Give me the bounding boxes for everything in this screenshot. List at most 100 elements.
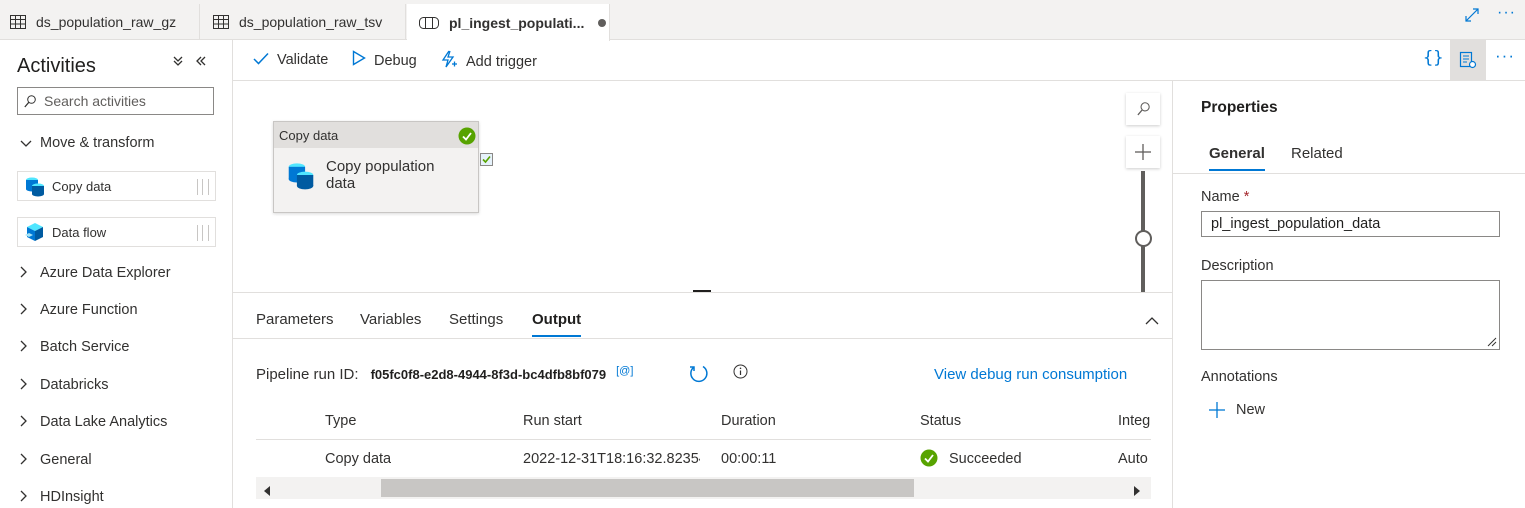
divider	[1173, 173, 1525, 174]
success-status-icon	[920, 449, 938, 470]
column-header-integration-runtime[interactable]: Integ	[1118, 413, 1150, 429]
drag-handle[interactable]	[197, 225, 209, 241]
bottom-panel: Parameters Variables Settings Output Pip…	[233, 292, 1172, 508]
chevron-right-icon	[20, 266, 32, 281]
scroll-left-icon[interactable]	[264, 483, 271, 499]
horizontal-scrollbar[interactable]	[256, 477, 1151, 499]
chevron-down-icon	[20, 136, 32, 151]
column-header-duration[interactable]: Duration	[721, 413, 776, 429]
column-header-type[interactable]: Type	[325, 413, 356, 429]
pipeline-run-id-row: Pipeline run ID: f05fc0f8-e2d8-4944-8f3d…	[256, 365, 633, 384]
zoom-in-button[interactable]	[1126, 136, 1160, 168]
copy-data-activity-node[interactable]: Copy data Copy population data	[273, 121, 479, 213]
category-label: Azure Function	[40, 302, 138, 318]
code-view-icon[interactable]: {}	[1423, 48, 1443, 68]
category-label: Data Lake Analytics	[40, 414, 168, 430]
cell-status: Succeeded	[949, 451, 1022, 467]
chevron-right-icon	[20, 340, 32, 355]
description-field[interactable]	[1201, 280, 1500, 350]
more-options-icon[interactable]: ···	[1497, 4, 1516, 22]
table-icon	[10, 15, 26, 29]
category-general[interactable]: General	[20, 452, 92, 468]
drag-handle[interactable]	[197, 179, 209, 195]
refresh-icon[interactable]	[688, 363, 710, 388]
maximize-icon[interactable]	[1465, 8, 1479, 27]
category-azure-function[interactable]: Azure Function	[20, 302, 138, 318]
chevron-right-icon	[20, 303, 32, 318]
properties-title: Properties	[1201, 99, 1278, 116]
category-batch-service[interactable]: Batch Service	[20, 339, 129, 355]
pipeline-canvas[interactable]: Copy data Copy population data	[233, 81, 1172, 292]
add-trigger-button[interactable]: Add trigger	[440, 50, 537, 73]
tab-label: ds_population_raw_gz	[36, 14, 177, 30]
run-id-label: Pipeline run ID:	[256, 366, 359, 383]
checkmark-icon	[253, 50, 269, 70]
tab-general[interactable]: General	[1209, 145, 1265, 171]
run-id-value: f05fc0f8-e2d8-4944-8f3d-bc4dfb8bf079	[370, 367, 607, 382]
category-hdinsight[interactable]: HDInsight	[20, 489, 104, 505]
tab-label: pl_ingest_populati...	[449, 14, 585, 31]
play-icon	[352, 50, 366, 71]
cell-duration: 00:00:11	[721, 451, 777, 467]
name-label: Name *	[1201, 189, 1249, 205]
category-databricks[interactable]: Databricks	[20, 377, 109, 393]
activities-title: Activities	[17, 55, 96, 77]
activity-label: Data flow	[52, 224, 107, 240]
properties-toggle-button[interactable]	[1450, 40, 1486, 80]
new-label: New	[1236, 402, 1266, 418]
search-activities-input[interactable]: Search activities	[17, 87, 214, 115]
copy-run-id-icon[interactable]: [@]	[616, 365, 633, 377]
tab-output[interactable]: Output	[532, 311, 582, 337]
zoom-slider-thumb[interactable]	[1135, 230, 1152, 247]
tab-label: ds_population_raw_tsv	[239, 14, 383, 30]
category-label: Azure Data Explorer	[40, 265, 171, 281]
description-label: Description	[1201, 258, 1274, 274]
annotations-label: Annotations	[1201, 369, 1278, 385]
tab-variables[interactable]: Variables	[360, 311, 421, 328]
tab-ds-population-raw-gz[interactable]: ds_population_raw_gz	[0, 4, 200, 40]
validate-button[interactable]: Validate	[253, 50, 328, 70]
chevron-right-icon	[20, 453, 32, 468]
node-name-line2: data	[326, 175, 356, 192]
category-azure-data-explorer[interactable]: Azure Data Explorer	[20, 265, 171, 281]
search-icon	[24, 94, 36, 107]
new-annotation-button[interactable]: New	[1209, 402, 1265, 418]
table-icon	[213, 15, 229, 29]
pipeline-toolbar: Validate Debug Add trigger {} ···	[233, 40, 1525, 81]
category-label: Move & transform	[40, 135, 155, 151]
copy-data-icon	[26, 177, 44, 197]
scroll-right-icon[interactable]	[1134, 483, 1141, 499]
collapse-all-icon[interactable]	[172, 54, 184, 70]
name-label-text: Name	[1201, 189, 1240, 205]
tab-related[interactable]: Related	[1291, 145, 1343, 162]
view-debug-consumption-link[interactable]: View debug run consumption	[934, 366, 1127, 383]
column-header-status[interactable]: Status	[920, 413, 961, 429]
column-header-run-start[interactable]: Run start	[523, 413, 582, 429]
category-data-lake-analytics[interactable]: Data Lake Analytics	[20, 414, 167, 430]
tab-ds-population-raw-tsv[interactable]: ds_population_raw_tsv	[201, 4, 406, 40]
search-placeholder: Search activities	[44, 93, 146, 109]
scrollbar-thumb[interactable]	[381, 479, 914, 497]
tab-pl-ingest-population[interactable]: pl_ingest_populati...	[407, 4, 610, 41]
more-options-icon[interactable]: ···	[1495, 46, 1515, 66]
name-field[interactable]: pl_ingest_population_data	[1201, 211, 1500, 237]
pipeline-icon	[419, 16, 439, 29]
zoom-search-button[interactable]	[1126, 93, 1160, 125]
info-icon[interactable]	[733, 364, 748, 382]
on-success-connector-icon[interactable]	[480, 153, 493, 166]
activity-copy-data[interactable]: Copy data	[17, 171, 216, 201]
chevron-right-icon	[20, 378, 32, 393]
debug-button[interactable]: Debug	[352, 50, 417, 71]
lightning-icon	[440, 50, 458, 73]
collapse-panel-icon[interactable]	[195, 54, 207, 70]
category-move-transform[interactable]: Move & transform	[20, 135, 154, 151]
resize-grip-icon[interactable]	[1487, 337, 1497, 347]
collapse-panel-chevron-icon[interactable]	[1145, 312, 1159, 328]
node-body: Copy population data	[274, 148, 478, 192]
tab-settings[interactable]: Settings	[449, 311, 503, 328]
unsaved-dot-icon	[598, 18, 607, 27]
tab-parameters[interactable]: Parameters	[256, 311, 334, 328]
node-type-label: Copy data	[274, 122, 478, 148]
success-check-icon	[458, 127, 476, 148]
activity-data-flow[interactable]: Data flow	[17, 217, 216, 247]
